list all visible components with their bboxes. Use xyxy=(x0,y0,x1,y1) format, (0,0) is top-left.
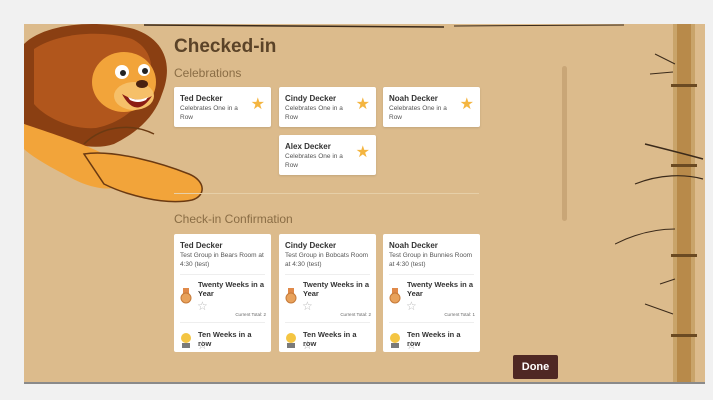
celebration-card: Ted Decker Celebrates One in a Row ★ xyxy=(174,87,271,127)
achievement-title: Ten Weeks in a row xyxy=(198,330,252,348)
group-info: Test Group in Bunnies Room at 4:30 (test… xyxy=(389,252,473,268)
bronze-medal-icon xyxy=(285,288,297,304)
confirmation-heading: Check-in Confirmation xyxy=(174,212,293,226)
separator xyxy=(180,274,265,275)
checkin-screen: Checked-in Celebrations Ted Decker Celeb… xyxy=(24,24,705,382)
celebration-card: Alex Decker Celebrates One in a Row ★ xyxy=(279,135,376,175)
star-icon: ★ xyxy=(250,96,265,113)
achievement-title: Twenty Weeks in a Year xyxy=(198,280,264,298)
achievement-title: Twenty Weeks in a Year xyxy=(303,280,369,298)
bottom-border xyxy=(24,382,705,384)
current-total: Current Total: 2 xyxy=(235,312,266,317)
gold-medal-icon xyxy=(181,333,191,348)
gold-medal-icon xyxy=(390,333,400,348)
celebrations-heading: Celebrations xyxy=(174,66,242,80)
bronze-medal-icon xyxy=(180,288,192,304)
empty-star-icon: ☆ xyxy=(197,299,208,313)
confirmation-card: Cindy Decker Test Group in Bobcats Room … xyxy=(279,234,376,352)
group-info: Test Group in Bobcats Room at 4:30 (test… xyxy=(285,252,369,268)
section-divider xyxy=(174,193,479,194)
done-button[interactable]: Done xyxy=(513,355,558,379)
achievement-title: Ten Weeks in a row xyxy=(303,330,357,348)
separator xyxy=(285,322,370,323)
scrollbar[interactable] xyxy=(562,66,567,221)
celebration-subtitle: Celebrates One in a Row xyxy=(389,105,447,121)
bamboo-net-decoration xyxy=(615,24,704,382)
celebration-subtitle: Celebrates One in a Row xyxy=(180,105,238,121)
separator xyxy=(389,322,474,323)
celebration-card: Cindy Decker Celebrates One in a Row ★ xyxy=(279,87,376,127)
star-icon: ★ xyxy=(355,96,370,113)
empty-star-icon: ☆ xyxy=(406,299,417,313)
achievement-title: Twenty Weeks in a Year xyxy=(407,280,473,298)
celebration-subtitle: Celebrates One in a Row xyxy=(285,153,343,169)
achievement-title: Ten Weeks in a row xyxy=(407,330,461,348)
bronze-medal-icon xyxy=(389,288,401,304)
celebration-name: Alex Decker xyxy=(285,142,331,151)
celebration-card: Noah Decker Celebrates One in a Row ★ xyxy=(383,87,480,127)
celebration-name: Noah Decker xyxy=(389,94,438,103)
empty-star-icon: ☆ xyxy=(302,299,313,313)
empty-star-icon: ☆ xyxy=(197,338,208,352)
star-icon: ★ xyxy=(459,96,474,113)
group-info: Test Group in Bears Room at 4:30 (test) xyxy=(180,252,264,268)
celebration-subtitle: Celebrates One in a Row xyxy=(285,105,343,121)
current-total: Current Total: 2 xyxy=(340,312,371,317)
empty-star-icon: ☆ xyxy=(302,338,313,352)
celebration-name: Ted Decker xyxy=(180,94,223,103)
person-name: Ted Decker xyxy=(180,241,223,250)
page-title: Checked-in xyxy=(174,36,277,57)
empty-star-icon: ☆ xyxy=(406,338,417,352)
separator xyxy=(285,274,370,275)
gold-medal-icon xyxy=(286,333,296,348)
confirmation-card: Noah Decker Test Group in Bunnies Room a… xyxy=(383,234,480,352)
star-icon: ★ xyxy=(355,144,370,161)
separator xyxy=(180,322,265,323)
current-total: Current Total: 1 xyxy=(444,312,475,317)
separator xyxy=(389,274,474,275)
person-name: Noah Decker xyxy=(389,241,438,250)
confirmation-card: Ted Decker Test Group in Bears Room at 4… xyxy=(174,234,271,352)
person-name: Cindy Decker xyxy=(285,241,337,250)
celebration-name: Cindy Decker xyxy=(285,94,337,103)
